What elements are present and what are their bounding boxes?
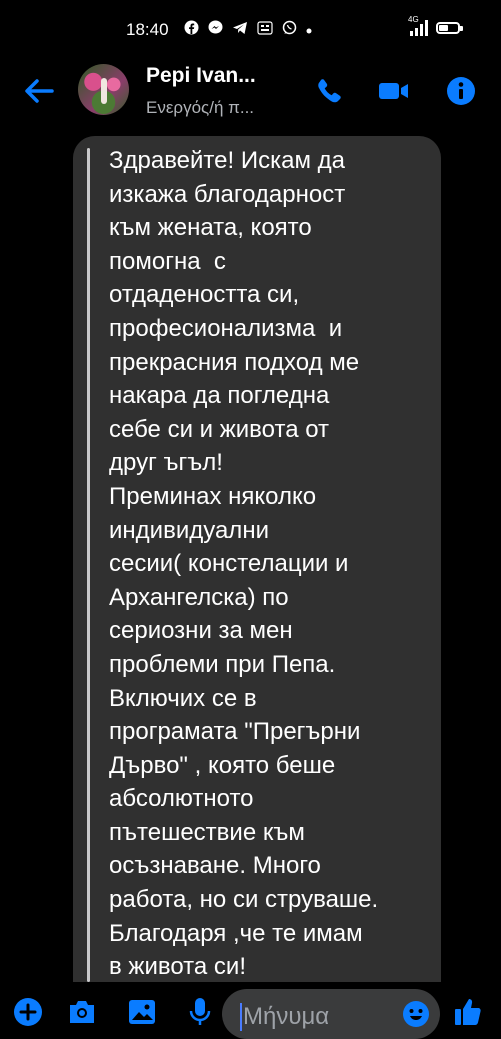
notification-icons [184,20,312,38]
chat-header: Pepi Ivan... Ενεργός/ή π... [0,62,501,124]
battery-icon [436,22,463,34]
gallery-button[interactable] [126,996,158,1026]
dot-icon [306,21,312,37]
camera-icon [70,1001,94,1023]
thumbs-up-icon [455,999,481,1025]
camera-button[interactable] [66,996,98,1026]
whatsapp-icon [282,20,297,38]
plus-circle-icon [14,998,42,1026]
arrow-left-icon [25,79,54,103]
microphone-icon [189,998,211,1025]
message-text: Здравейте! Искам да изкажа благодарност … [109,147,379,981]
message-bubble[interactable]: Здравейте! Искам да изкажа благодарност … [73,136,441,982]
contact-status: Ενεργός/ή π... [146,98,255,117]
quote-bar [87,148,90,982]
message-input-placeholder: Μήνυμα [243,1003,330,1030]
phone-icon [318,79,341,103]
info-button[interactable] [445,76,477,106]
signal-icon: 4G [408,15,428,36]
text-cursor [240,1003,242,1031]
system-indicators: 4G [408,15,463,36]
composer-bar: Μήνυμα [0,986,501,1039]
video-call-button[interactable] [378,76,410,106]
more-actions-button[interactable] [12,996,44,1026]
info-icon [447,77,475,105]
like-button[interactable] [452,996,484,1026]
video-camera-icon [379,83,408,99]
voice-message-button[interactable] [184,996,216,1026]
status-time: 18:40 [126,20,169,39]
telegram-icon [232,21,248,38]
voice-call-button[interactable] [314,76,346,106]
game-badge-icon [257,20,273,38]
contact-name[interactable]: Pepi Ivan... [146,64,256,88]
image-icon [129,1000,155,1024]
network-type-label: 4G [408,15,419,24]
messenger-icon [208,20,223,38]
facebook-icon [184,20,199,38]
avatar[interactable] [78,64,129,115]
back-button[interactable] [22,76,56,106]
status-bar: 18:40 4G [0,0,501,62]
